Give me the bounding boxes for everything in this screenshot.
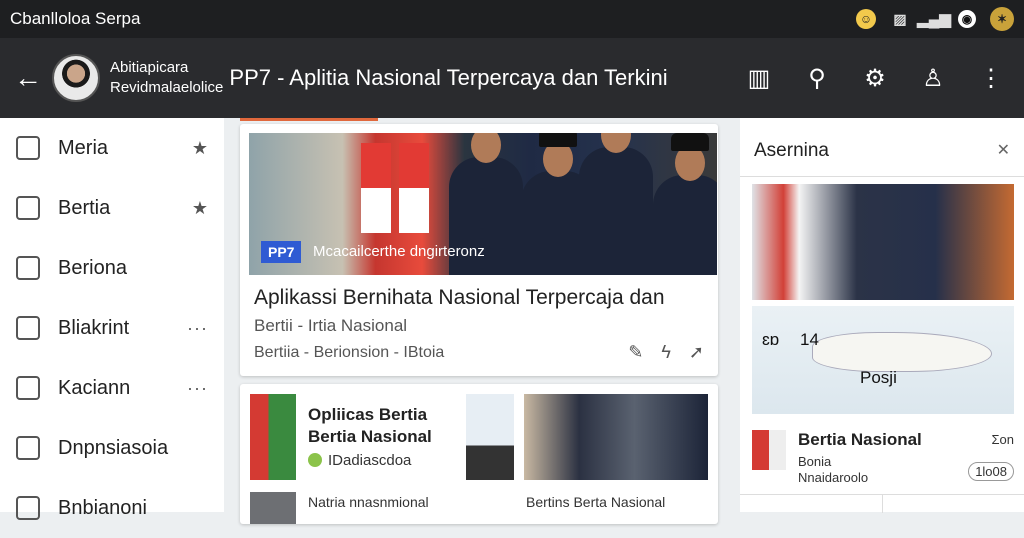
sidebar-item-label: Meria bbox=[58, 136, 109, 159]
map-label: 14 bbox=[800, 330, 819, 349]
app-subtitle: Abitiapicara Revidmalaelolice bbox=[110, 58, 223, 98]
sidebar-item-label: Bliakrint bbox=[58, 316, 130, 339]
flash-icon[interactable]: ϟ bbox=[661, 342, 671, 363]
thumbnail-image bbox=[752, 430, 786, 470]
panel-heading: Asernina bbox=[754, 140, 829, 161]
close-icon[interactable]: ✕ bbox=[997, 140, 1010, 160]
map-image[interactable]: ɛɒ 14 Posji bbox=[752, 306, 1014, 414]
card-subtitle: Bertii - Irtia Nasional bbox=[254, 316, 408, 335]
star-icon[interactable]: ★ bbox=[192, 198, 208, 219]
profile-icon[interactable]: ♙ bbox=[918, 64, 948, 93]
sidebar-item-kaciann[interactable]: Kaciann ··· bbox=[0, 358, 224, 418]
main-feed: PP7 Mcacailcerthe dngirteronz Aplikassi … bbox=[232, 118, 728, 524]
doc-icon bbox=[16, 376, 40, 400]
sidebar-item-meria[interactable]: Meria ★ bbox=[0, 118, 224, 178]
panel-list-item[interactable]: Bertia Nasional Bonia Nnaidaroolo Ʃon 1l… bbox=[752, 424, 1014, 494]
hero-image[interactable]: PP7 Mcacailcerthe dngirteronz bbox=[249, 133, 717, 275]
map-landmass bbox=[812, 332, 992, 372]
flag-shape bbox=[361, 143, 391, 233]
emblem-icon: ✶ bbox=[990, 7, 1014, 31]
sidebar-item-dnpnsiasoia[interactable]: Dnpnsiasoia bbox=[0, 418, 224, 478]
user-icon bbox=[16, 496, 40, 520]
hero-caption: Mcacailcerthe dngirteronz bbox=[313, 243, 485, 260]
sidebar-item-bertia[interactable]: Bertia ★ bbox=[0, 178, 224, 238]
sidebar-item-label: Bertia bbox=[58, 196, 111, 219]
more-icon[interactable]: ··· bbox=[187, 378, 208, 399]
app-subtitle-line1: Abitiapicara bbox=[110, 59, 189, 76]
card-headline[interactable]: Bertins Berta Nasional bbox=[526, 494, 665, 510]
sidebar-item-bliakrint[interactable]: Bliakrint ··· bbox=[0, 298, 224, 358]
battery-icon: ◉ bbox=[958, 10, 976, 28]
card-title[interactable]: Aplikassi Bernihata Nasional Terpercaja … bbox=[254, 286, 665, 310]
sidebar-item-label: Bnbianoni bbox=[58, 496, 147, 519]
signal-icon: ▂▄▆ bbox=[917, 11, 951, 28]
sidebar-item-bnbianoni[interactable]: Bnbianoni bbox=[0, 478, 224, 538]
card-headline[interactable]: Natria nnasnmional bbox=[308, 494, 429, 510]
source-badge: PP7 bbox=[261, 241, 302, 263]
sidebar-item-label: Dnpnsiasoia bbox=[58, 436, 169, 459]
panel-photo[interactable] bbox=[752, 184, 1014, 300]
page-icon bbox=[16, 436, 40, 460]
card-tag: IDadiascdoa bbox=[308, 452, 411, 469]
sidebar: Meria ★ Bertia ★ Beriona Bliakrint ··· K… bbox=[0, 118, 224, 520]
grid-icon bbox=[16, 256, 40, 280]
news-card-featured[interactable]: PP7 Mcacailcerthe dngirteronz Aplikassi … bbox=[240, 124, 718, 376]
bookmark-icon[interactable]: ▥ bbox=[744, 64, 774, 93]
thumbnail-image[interactable] bbox=[466, 394, 514, 480]
settings-icon[interactable]: ⚙ bbox=[860, 64, 890, 93]
sidebar-item-label: Beriona bbox=[58, 256, 127, 279]
card-meta: Bertiia - Berionsion - IBtoia bbox=[254, 344, 445, 361]
app-title: PP7 - Aplitia Nasional Terpercaya dan Te… bbox=[229, 65, 668, 90]
person-shape bbox=[579, 133, 653, 275]
right-panel: Asernina ✕ ɛɒ 14 Posji Bertia Nasional B… bbox=[740, 118, 1024, 513]
avatar[interactable] bbox=[52, 54, 100, 102]
app-bar: ← Abitiapicara Revidmalaelolice PP7 - Ap… bbox=[0, 38, 1024, 118]
person-shape bbox=[653, 133, 717, 275]
news-card-list[interactable]: Opliicas Bertia Bertia Nasional IDadiasc… bbox=[240, 384, 718, 524]
home-icon bbox=[16, 136, 40, 160]
divider bbox=[740, 176, 1024, 177]
house-icon bbox=[16, 316, 40, 340]
lock-icon bbox=[16, 196, 40, 220]
more-icon[interactable]: ··· bbox=[187, 318, 208, 339]
wifi-icon: ▨ bbox=[893, 10, 907, 27]
sidebar-item-label: Kaciann bbox=[58, 376, 131, 399]
status-title: Cbanlloloa Serpa bbox=[10, 9, 141, 28]
status-bar: Cbanlloloa Serpa ☺ ▨ ▂▄▆ ◉ ✶ bbox=[0, 0, 1024, 38]
back-arrow-icon[interactable]: ← bbox=[8, 62, 48, 94]
item-subtitle-line2: Nnaidaroolo bbox=[798, 470, 869, 485]
flag-shape bbox=[399, 143, 429, 233]
sidebar-item-beriona[interactable]: Beriona bbox=[0, 238, 224, 298]
item-subtitle-line1: Bonia bbox=[798, 454, 832, 469]
comment-icon[interactable]: ✎ bbox=[628, 342, 643, 363]
search-icon[interactable]: ⚲ bbox=[802, 64, 832, 93]
share-icon[interactable]: ➚ bbox=[689, 342, 704, 363]
thumbnail-image[interactable] bbox=[250, 492, 296, 524]
thumbnail-image[interactable] bbox=[524, 394, 708, 480]
star-icon[interactable]: ★ bbox=[192, 138, 208, 159]
item-chip[interactable]: 1lo08 bbox=[968, 462, 1014, 481]
item-count: Ʃon bbox=[991, 432, 1015, 447]
app-subtitle-line2: Revidmalaelolice bbox=[110, 79, 224, 96]
item-subtitle: Bonia Nnaidaroolo bbox=[798, 454, 868, 486]
tag-dot-icon bbox=[308, 453, 322, 467]
panel-footer bbox=[740, 494, 1024, 513]
tab-indicator bbox=[240, 118, 378, 121]
card-title[interactable]: Opliicas Bertia Bertia Nasional bbox=[308, 404, 460, 448]
map-label: ɛɒ bbox=[762, 330, 780, 349]
item-title[interactable]: Bertia Nasional bbox=[798, 430, 922, 450]
card-tag-label: IDadiascdoa bbox=[328, 452, 412, 469]
map-label: Posji bbox=[860, 368, 897, 387]
emoji-icon: ☺ bbox=[856, 9, 876, 29]
more-vert-icon[interactable]: ⋮ bbox=[976, 64, 1006, 93]
thumbnail-image[interactable] bbox=[250, 394, 296, 480]
